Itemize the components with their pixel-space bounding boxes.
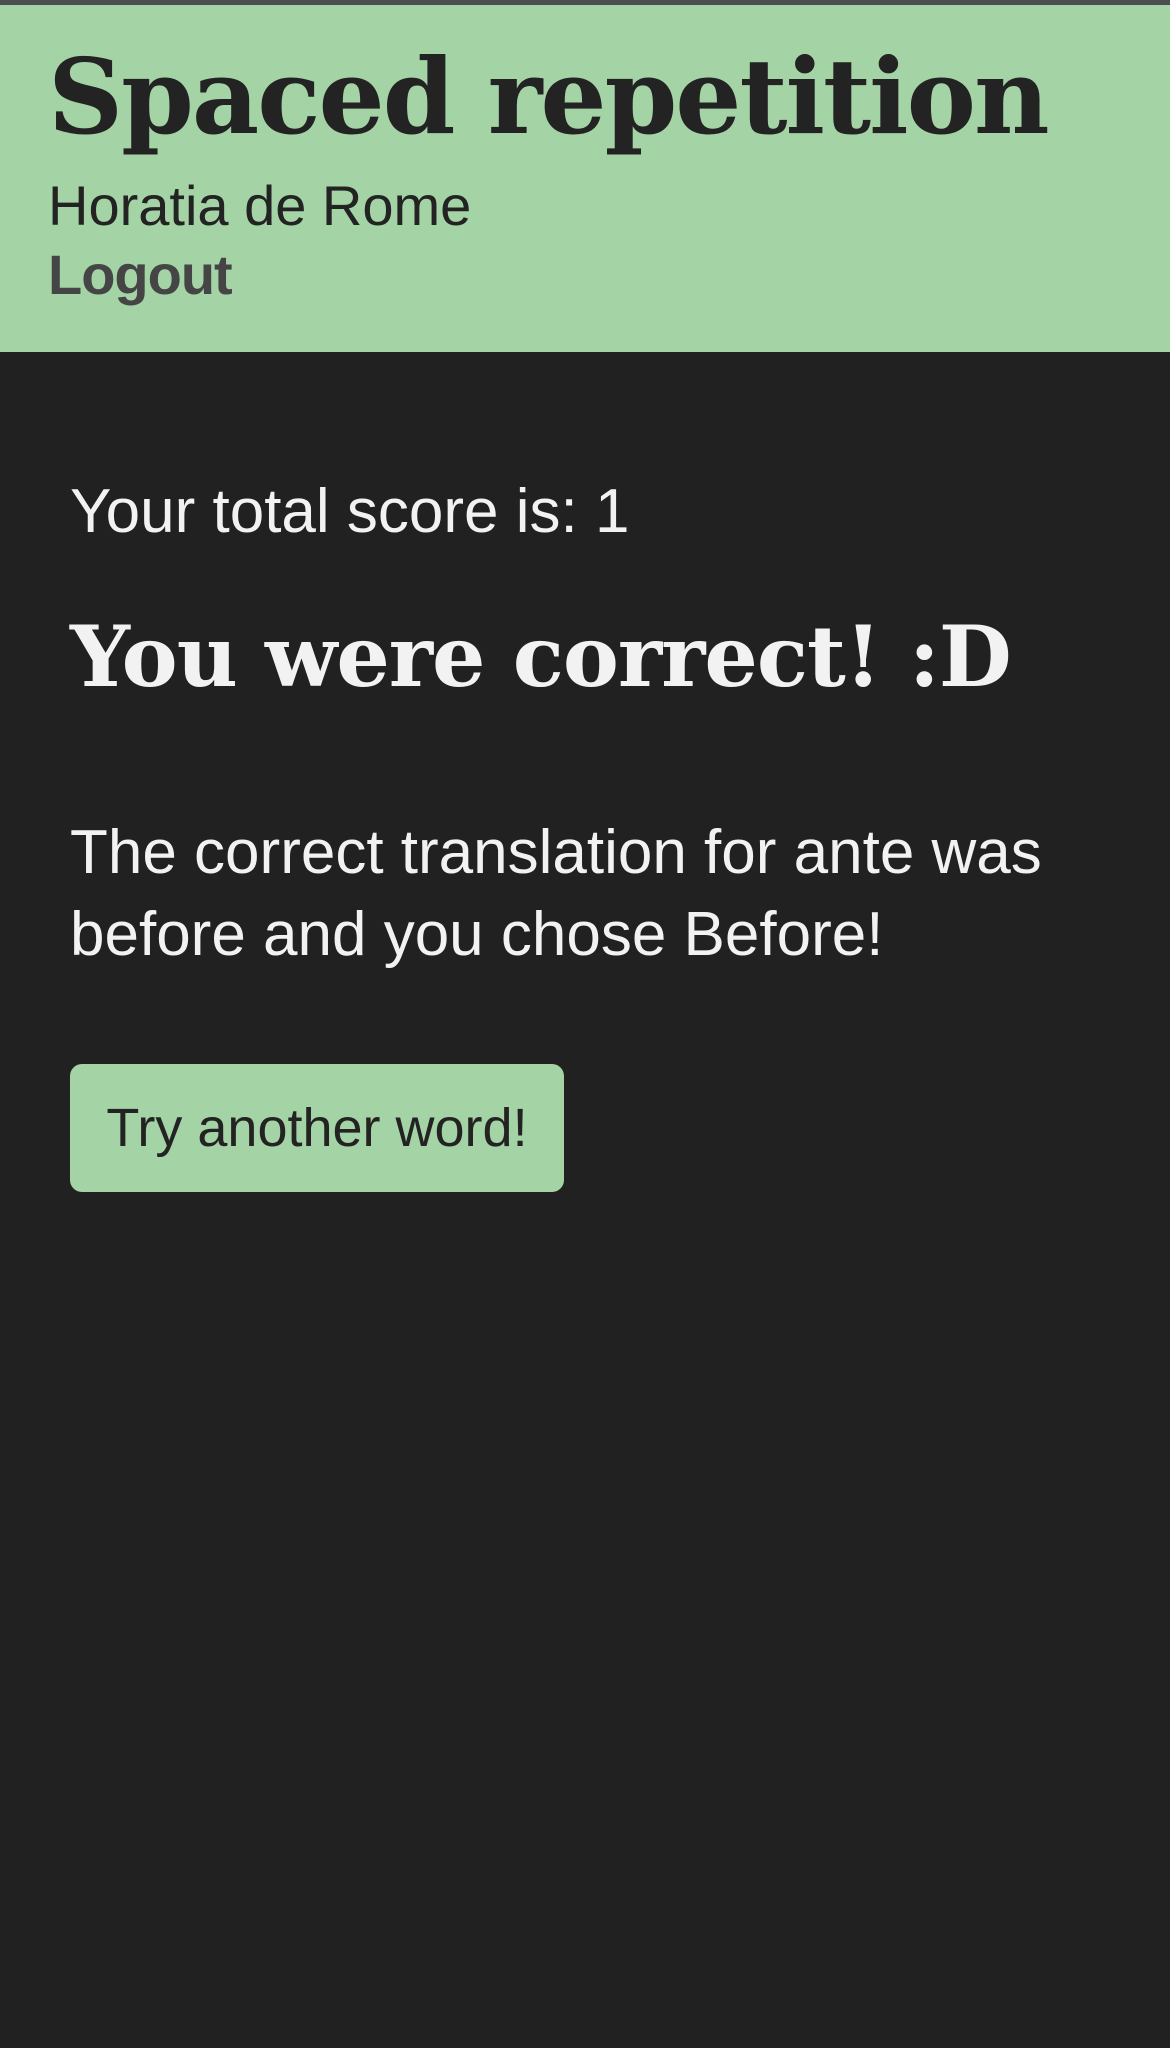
- app-header: Spaced repetition Horatia de Rome Logout: [0, 5, 1170, 352]
- total-score: Your total score is: 1: [70, 477, 630, 546]
- app-title: Spaced repetition: [48, 35, 1050, 158]
- user-name: Horatia de Rome: [48, 174, 472, 237]
- main-content: Your total score is: 1 You were correct!…: [0, 352, 1170, 2048]
- logout-link[interactable]: Logout: [48, 239, 233, 311]
- result-heading: You were correct! :D: [70, 607, 1012, 706]
- try-another-word-button[interactable]: Try another word!: [70, 1064, 564, 1192]
- feedback-text: The correct translation for ante was bef…: [70, 818, 1042, 969]
